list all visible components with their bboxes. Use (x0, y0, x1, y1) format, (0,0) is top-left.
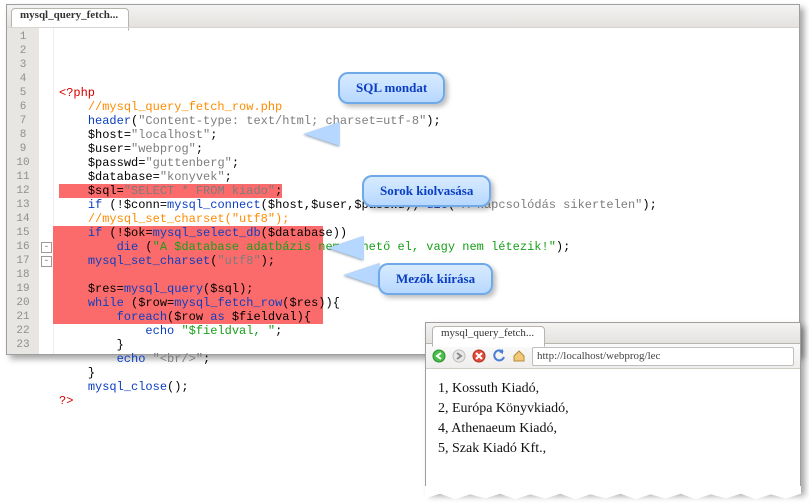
code-line: echo "$fieldval, "; (59, 324, 809, 338)
line-number: 21 (7, 310, 39, 324)
line-number-gutter: 1234567891011121314151617181920212223 (7, 28, 40, 354)
code-line: echo "<br/>"; (59, 352, 809, 366)
line-number: 23 (7, 338, 39, 352)
line-number: 10 (7, 156, 39, 170)
code-line: $user="webprog"; (59, 142, 809, 156)
line-number: 9 (7, 142, 39, 156)
torn-edge (425, 486, 801, 500)
line-number: 16 (7, 240, 39, 254)
line-number: 3 (7, 58, 39, 72)
code-line: foreach($row as $fieldval){ (59, 310, 809, 324)
line-number: 5 (7, 86, 39, 100)
callout-rows: Sorok kiolvasása (362, 175, 491, 207)
callout-pointer (328, 236, 364, 260)
line-number: 14 (7, 212, 39, 226)
output-line: 5, Szak Kiadó Kft., (438, 439, 788, 459)
callout-pointer (304, 122, 340, 146)
code-line: $passwd="guttenberg"; (59, 156, 809, 170)
code-line: //mysql_set_charset("utf8"); (59, 212, 809, 226)
line-number: 11 (7, 170, 39, 184)
output-line: 4, Athenaeum Kiadó, (438, 419, 788, 439)
code-line: ?> (59, 394, 809, 408)
line-number: 8 (7, 128, 39, 142)
line-number: 17 (7, 254, 39, 268)
line-number: 6 (7, 100, 39, 114)
code-line: $host="localhost"; (59, 128, 809, 142)
code-line: die ("A $database adatbázis nem érhető e… (59, 240, 809, 254)
editor-tabbar: mysql_query_fetch... (7, 5, 799, 28)
line-number: 18 (7, 268, 39, 282)
line-number: 7 (7, 114, 39, 128)
code-line: } (59, 366, 809, 380)
line-number: 2 (7, 44, 39, 58)
callout-pointer (344, 263, 380, 287)
line-number: 1 (7, 30, 39, 44)
line-number: 12 (7, 184, 39, 198)
fold-toggle[interactable]: - (41, 242, 52, 253)
fold-gutter: -- (39, 28, 54, 354)
fold-toggle[interactable]: - (41, 256, 52, 267)
code-line: header("Content-type: text/html; charset… (59, 114, 809, 128)
code-line: } (59, 338, 809, 352)
code-line: while ($row=mysql_fetch_row($res)){ (59, 296, 809, 310)
line-number: 20 (7, 296, 39, 310)
code-line: mysql_close(); (59, 380, 809, 394)
code-line: if (!$ok=mysql_select_db($database)) (59, 226, 809, 240)
line-number: 4 (7, 72, 39, 86)
callout-cols: Mezők kiírása (378, 263, 493, 295)
line-number: 15 (7, 226, 39, 240)
callout-sql: SQL mondat (338, 72, 445, 104)
line-number: 19 (7, 282, 39, 296)
line-number: 13 (7, 198, 39, 212)
line-number: 22 (7, 324, 39, 338)
